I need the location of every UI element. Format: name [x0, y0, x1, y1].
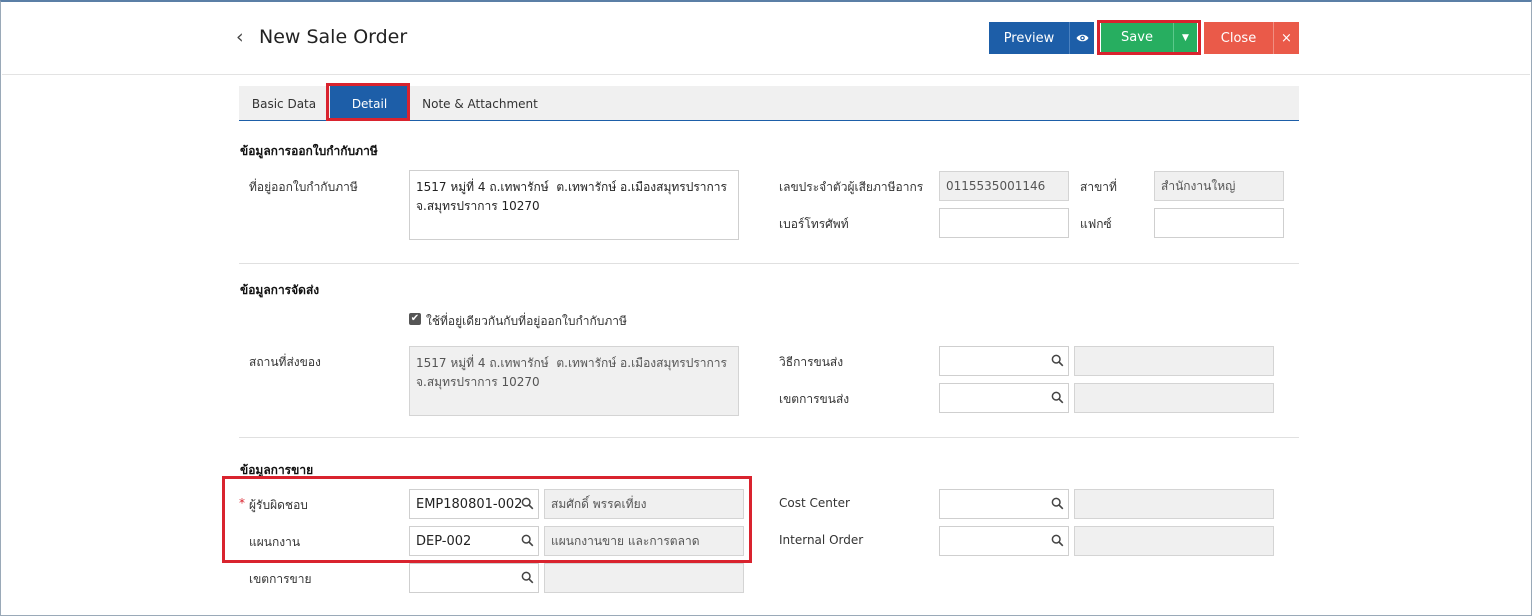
department-search[interactable]: DEP-002 — [409, 526, 539, 556]
back-icon[interactable]: ‹ — [236, 26, 244, 48]
fax-field[interactable] — [1154, 208, 1284, 238]
required-asterisk: * — [239, 496, 245, 510]
close-x-icon[interactable]: × — [1273, 22, 1299, 54]
tab-detail[interactable]: Detail — [330, 86, 409, 121]
phone-label: เบอร์โทรศัพท์ — [779, 217, 849, 231]
page-header — [2, 2, 1530, 75]
search-icon[interactable] — [1051, 497, 1064, 510]
page-title: New Sale Order — [259, 26, 408, 48]
search-icon[interactable] — [1051, 391, 1064, 404]
tab-basic-data[interactable]: Basic Data — [239, 86, 329, 121]
sales-section-title: ข้อมูลการขาย — [240, 463, 314, 477]
same-address-label: ใช้ที่อยู่เดียวกันกับที่อยู่ออกใบกำกับภา… — [426, 314, 627, 328]
sales-area-search[interactable] — [409, 563, 539, 593]
same-address-checkbox[interactable]: ✔ — [409, 313, 421, 325]
search-icon[interactable] — [521, 571, 534, 584]
tax-section-title: ข้อมูลการออกใบกำกับภาษี — [240, 144, 378, 158]
save-dropdown-caret-icon[interactable]: ▼ — [1173, 23, 1197, 52]
search-icon[interactable] — [521, 497, 534, 510]
internal-order-label: Internal Order — [779, 533, 864, 547]
internal-order-search[interactable] — [939, 526, 1069, 556]
tab-bar: Basic Data Detail Note & Attachment — [239, 86, 1299, 121]
cost-center-label: Cost Center — [779, 496, 850, 510]
search-icon[interactable] — [521, 534, 534, 547]
preview-eye-button[interactable] — [1069, 22, 1094, 54]
responsible-search[interactable]: EMP180801-002 — [409, 489, 539, 519]
delivery-place-textarea: 1517 หมู่ที่ 4 ถ.เทพารักษ์ ต.เทพารักษ์ อ… — [409, 346, 739, 416]
phone-field[interactable] — [939, 208, 1069, 238]
delivery-place-label: สถานที่ส่งของ — [249, 355, 321, 369]
internal-order-name-field — [1074, 526, 1274, 556]
branch-field: สำนักงานใหญ่ — [1154, 171, 1284, 201]
delivery-section-title: ข้อมูลการจัดส่ง — [240, 283, 320, 297]
eye-icon — [1076, 34, 1088, 42]
search-icon[interactable] — [1051, 534, 1064, 547]
section-divider — [239, 263, 1299, 264]
branch-label: สาขาที่ — [1080, 180, 1117, 194]
shipping-zone-label: เขตการขนส่ง — [779, 392, 850, 406]
check-icon: ✔ — [410, 313, 420, 324]
search-icon[interactable] — [1051, 354, 1064, 367]
shipping-method-name-field — [1074, 346, 1274, 376]
shipping-method-search[interactable] — [939, 346, 1069, 376]
department-name-field: แผนกงานขาย และการตลาด — [544, 526, 744, 556]
tax-address-textarea[interactable]: 1517 หมู่ที่ 4 ถ.เทพารักษ์ ต.เทพารักษ์ อ… — [409, 170, 739, 240]
taxid-label: เลขประจำตัวผู้เสียภาษีอากร — [779, 180, 924, 194]
sales-area-label: เขตการขาย — [249, 572, 312, 586]
department-code: DEP-002 — [416, 533, 472, 549]
tax-address-label: ที่อยู่ออกใบกำกับภาษี — [249, 180, 358, 194]
section-divider — [239, 437, 1299, 438]
cost-center-name-field — [1074, 489, 1274, 519]
save-button[interactable]: Save — [1101, 23, 1173, 52]
shipping-zone-search[interactable] — [939, 383, 1069, 413]
fax-label: แฟกซ์ — [1080, 217, 1112, 231]
tab-note-attachment[interactable]: Note & Attachment — [410, 86, 550, 121]
shipping-method-label: วิธีการขนส่ง — [779, 355, 844, 369]
department-label: แผนกงาน — [249, 535, 301, 549]
responsible-name-field: สมศักดิ์ พรรคเที่ยง — [544, 489, 744, 519]
cost-center-search[interactable] — [939, 489, 1069, 519]
preview-button[interactable]: Preview — [989, 22, 1069, 54]
responsible-code: EMP180801-002 — [416, 496, 523, 512]
responsible-label: ผู้รับผิดชอบ — [249, 498, 308, 512]
sales-area-name-field — [544, 563, 744, 593]
taxid-field: 0115535001146 — [939, 171, 1069, 201]
close-button[interactable]: Close — [1204, 22, 1273, 54]
shipping-zone-name-field — [1074, 383, 1274, 413]
